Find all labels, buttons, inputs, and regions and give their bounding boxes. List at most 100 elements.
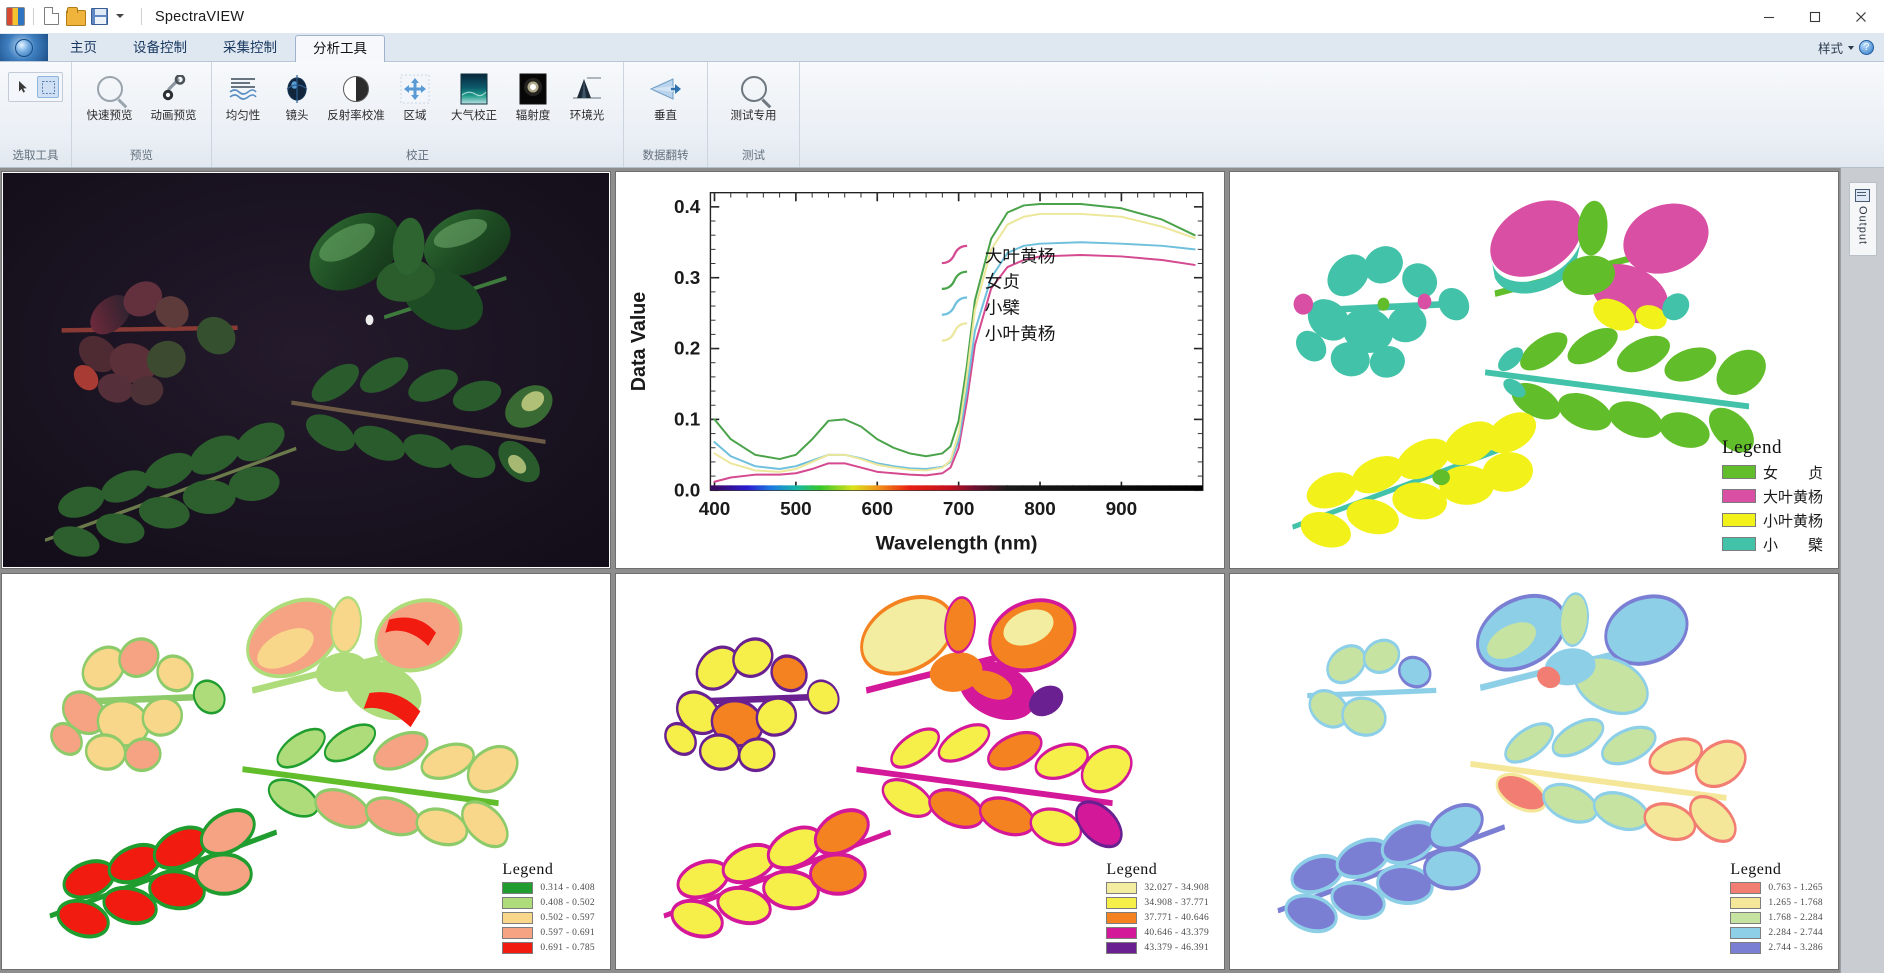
qat-divider-2	[141, 8, 142, 25]
legend-label: 0.502 - 0.597	[540, 913, 595, 923]
legend-swatch	[1106, 927, 1137, 939]
ribbon-group-label-preview: 预览	[76, 147, 207, 167]
help-icon[interactable]: ?	[1859, 40, 1874, 55]
x-tick-label: 900	[1106, 498, 1138, 519]
x-tick-label: 700	[943, 498, 975, 519]
legend-label: 32.027 - 34.908	[1144, 883, 1209, 893]
legend-swatch	[1106, 882, 1137, 894]
test-only-button[interactable]: 测试专用	[722, 68, 786, 125]
flip-vertical-icon	[647, 70, 685, 108]
y-tick-label: 0.3	[674, 267, 700, 288]
legend-entry-label-2: 小檗	[985, 298, 1020, 318]
legend-row: 2.284 - 2.744	[1730, 927, 1823, 939]
open-folder-icon[interactable]	[66, 7, 85, 26]
tab-home[interactable]: 主页	[52, 34, 115, 61]
legend-row: 43.379 - 46.391	[1106, 942, 1209, 954]
chain-animate-icon	[155, 70, 193, 108]
ribbon-group-test: 测试专用 测试	[708, 62, 800, 167]
legend-swatch	[502, 897, 533, 909]
legend-label: 1.265 - 1.768	[1768, 898, 1823, 908]
legend-row: 小 檗	[1722, 534, 1823, 555]
quick-preview-button[interactable]: 快速预览	[78, 68, 142, 125]
legend-swatch	[1106, 942, 1137, 954]
ambient-light-button[interactable]: 环境光	[560, 68, 614, 125]
flip-vertical-label: 垂直	[654, 110, 677, 123]
atmospheric-correction-button[interactable]: 大气校正	[442, 68, 506, 125]
animation-preview-button[interactable]: 动画预览	[142, 68, 206, 125]
legend-label: 37.771 - 40.646	[1144, 913, 1209, 923]
panel-index-map-thermal[interactable]: Legend 32.027 - 34.908 34.908 - 37.771 3…	[616, 574, 1224, 970]
legend-label: 0.691 - 0.785	[540, 943, 595, 953]
index-legend-green-red: Legend 0.314 - 0.408 0.408 - 0.502 0.502…	[502, 861, 595, 954]
tab-device-control[interactable]: 设备控制	[115, 34, 205, 61]
globe-icon	[15, 39, 33, 57]
legend-swatch	[502, 927, 533, 939]
index-legend-blue: Legend 0.763 - 1.265 1.265 - 1.768 1.768…	[1730, 861, 1823, 954]
legend-row: 0.314 - 0.408	[502, 882, 595, 894]
legend-swatch	[502, 912, 533, 924]
panel-index-map-green-red[interactable]: Legend 0.314 - 0.408 0.408 - 0.502 0.502…	[2, 574, 610, 970]
maximize-button[interactable]	[1792, 0, 1838, 33]
new-document-icon[interactable]	[42, 7, 61, 26]
output-tab-label: Output	[1857, 206, 1869, 245]
y-tick-label: 0.2	[674, 338, 700, 359]
close-button[interactable]	[1838, 0, 1884, 33]
region-button[interactable]: 区域	[388, 68, 442, 125]
legend-row: 2.744 - 3.286	[1730, 942, 1823, 954]
tab-acquisition-control[interactable]: 采集控制	[205, 34, 295, 61]
minimize-button[interactable]	[1746, 0, 1792, 33]
application-window: SpectraVIEW 主页 设备控制 采集控制 分析工具 样式 ?	[0, 0, 1884, 973]
ribbon-tab-strip: 主页 设备控制 采集控制 分析工具 样式 ?	[0, 33, 1884, 62]
save-icon[interactable]	[90, 7, 109, 26]
panel-index-map-blue[interactable]: Legend 0.763 - 1.265 1.265 - 1.768 1.768…	[1230, 574, 1838, 970]
radiance-button[interactable]: 辐射度	[506, 68, 560, 125]
application-menu-button[interactable]	[0, 34, 48, 61]
legend-label: 40.646 - 43.379	[1144, 928, 1209, 938]
ribbon-group-correction: 均匀性 镜头	[212, 62, 624, 167]
customize-dropdown-icon[interactable]	[114, 7, 133, 26]
qat-divider	[33, 8, 34, 25]
legend-row: 32.027 - 34.908	[1106, 882, 1209, 894]
index-legend-thermal: Legend 32.027 - 34.908 34.908 - 37.771 3…	[1106, 861, 1209, 954]
ribbon-filler	[800, 62, 1884, 167]
panel-classification-map[interactable]: Legend 女 贞 大叶黄杨 小叶黄杨 小	[1230, 172, 1838, 568]
rectangle-select-icon[interactable]	[37, 76, 59, 98]
panel-grid: 0.00.10.20.30.4400500600700800900Wavelen…	[2, 172, 1838, 969]
legend-swatch	[1730, 897, 1761, 909]
uniformity-button[interactable]: 均匀性	[216, 68, 270, 125]
legend-label: 0.763 - 1.265	[1768, 883, 1823, 893]
select-tool-group	[8, 72, 63, 102]
legend-swatch	[1730, 927, 1761, 939]
tab-analysis-tools[interactable]: 分析工具	[295, 35, 385, 62]
magnifier-preview-icon	[91, 70, 129, 108]
legend-label: 小 檗	[1763, 534, 1823, 555]
lens-button[interactable]: 镜头	[270, 68, 324, 125]
legend-swatch	[502, 942, 533, 954]
legend-title: Legend	[1730, 861, 1823, 879]
chevron-down-icon	[1848, 46, 1854, 50]
half-circle-contrast-icon	[337, 70, 375, 108]
legend-label: 2.744 - 3.286	[1768, 943, 1823, 953]
ribbon-group-label-correction: 校正	[216, 147, 619, 167]
lens-icon	[278, 70, 316, 108]
legend-title: Legend	[502, 861, 595, 879]
reflectance-calibration-button[interactable]: 反射率校准	[324, 68, 388, 125]
panel-rgb-photo[interactable]	[2, 172, 610, 568]
legend-label: 0.408 - 0.502	[540, 898, 595, 908]
radiance-lamp-icon	[514, 70, 552, 108]
cursor-arrow-icon[interactable]	[12, 76, 34, 98]
style-menu[interactable]: 样式 ?	[1818, 38, 1874, 57]
output-tab[interactable]: Output	[1849, 182, 1877, 256]
region-label: 区域	[404, 110, 427, 123]
rgb-photo-render	[3, 173, 609, 567]
legend-swatch	[502, 882, 533, 894]
flip-vertical-button[interactable]: 垂直	[639, 68, 693, 125]
app-logo-icon	[6, 7, 25, 26]
x-axis-label: Wavelength (nm)	[876, 533, 1038, 555]
legend-title: Legend	[1722, 437, 1823, 459]
panel-spectrum-chart[interactable]: 0.00.10.20.30.4400500600700800900Wavelen…	[616, 172, 1224, 568]
animation-preview-label: 动画预览	[151, 110, 197, 123]
ribbon-group-data-flip: 垂直 数据翻转	[624, 62, 708, 167]
legend-row: 40.646 - 43.379	[1106, 927, 1209, 939]
legend-swatch	[1722, 513, 1756, 527]
